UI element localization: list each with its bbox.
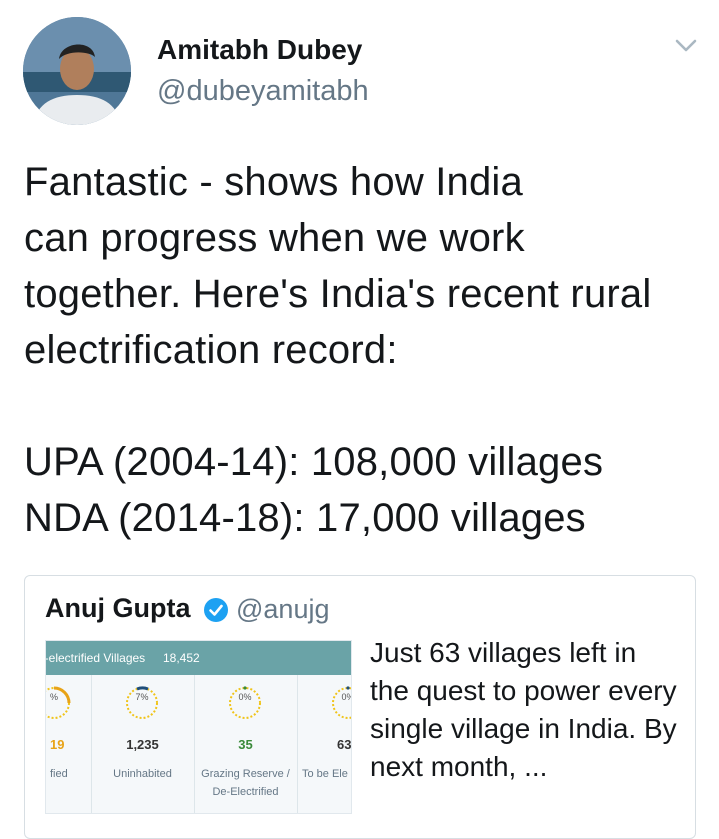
stat-electrified: % 19 fied	[46, 675, 92, 813]
quoted-author-name: Anuj Gupta	[45, 593, 191, 623]
verified-badge-icon	[203, 597, 229, 623]
card-header-count: 18,452	[163, 651, 200, 665]
avatar[interactable]	[23, 17, 131, 125]
stat-label: To be Ele	[302, 768, 348, 780]
stat-label: Uninhabited	[113, 768, 172, 780]
stat-value: 63	[337, 737, 352, 752]
gauge-icon	[330, 685, 351, 721]
stat-value: 35	[238, 737, 253, 752]
chevron-down-icon[interactable]	[671, 36, 701, 56]
author-handle[interactable]: @dubeyamitabh	[157, 75, 369, 108]
quoted-tweet[interactable]: Anuj Gupta @anujg n-electrified Villages…	[24, 575, 696, 839]
stat-label: fied	[50, 768, 68, 780]
quoted-tweet-text: Just 63 villages left in the quest to po…	[370, 637, 677, 782]
stat-percent: %	[49, 692, 58, 702]
gauge-icon	[227, 685, 263, 721]
stat-to-be-electrified: 0% 63 To be Ele	[297, 675, 352, 813]
card-header-label: n-electrified Villages	[45, 651, 146, 665]
stat-label: Grazing Reserve / De-Electrified	[201, 768, 290, 798]
stat-uninhabited: 7% 1,235 Uninhabited	[91, 675, 195, 813]
media-thumbnail[interactable]: n-electrified Villages 18,452 % 19 fied …	[45, 640, 352, 814]
card-header: n-electrified Villages 18,452	[46, 641, 351, 675]
gauge-icon	[46, 685, 72, 721]
tweet-text: Fantastic - shows how India can progress…	[24, 160, 652, 540]
stat-value: 1,235	[126, 737, 159, 752]
stat-percent: 0%	[238, 692, 252, 702]
stat-value: 19	[50, 737, 65, 752]
quoted-author-handle: @anujg	[236, 594, 330, 624]
stat-percent: 0%	[341, 692, 351, 702]
author-name[interactable]: Amitabh Dubey	[157, 34, 362, 66]
gauge-icon	[124, 685, 160, 721]
stat-grazing-reserve: 0% 35 Grazing Reserve / De-Electrified	[194, 675, 298, 813]
stat-percent: 7%	[135, 692, 149, 702]
